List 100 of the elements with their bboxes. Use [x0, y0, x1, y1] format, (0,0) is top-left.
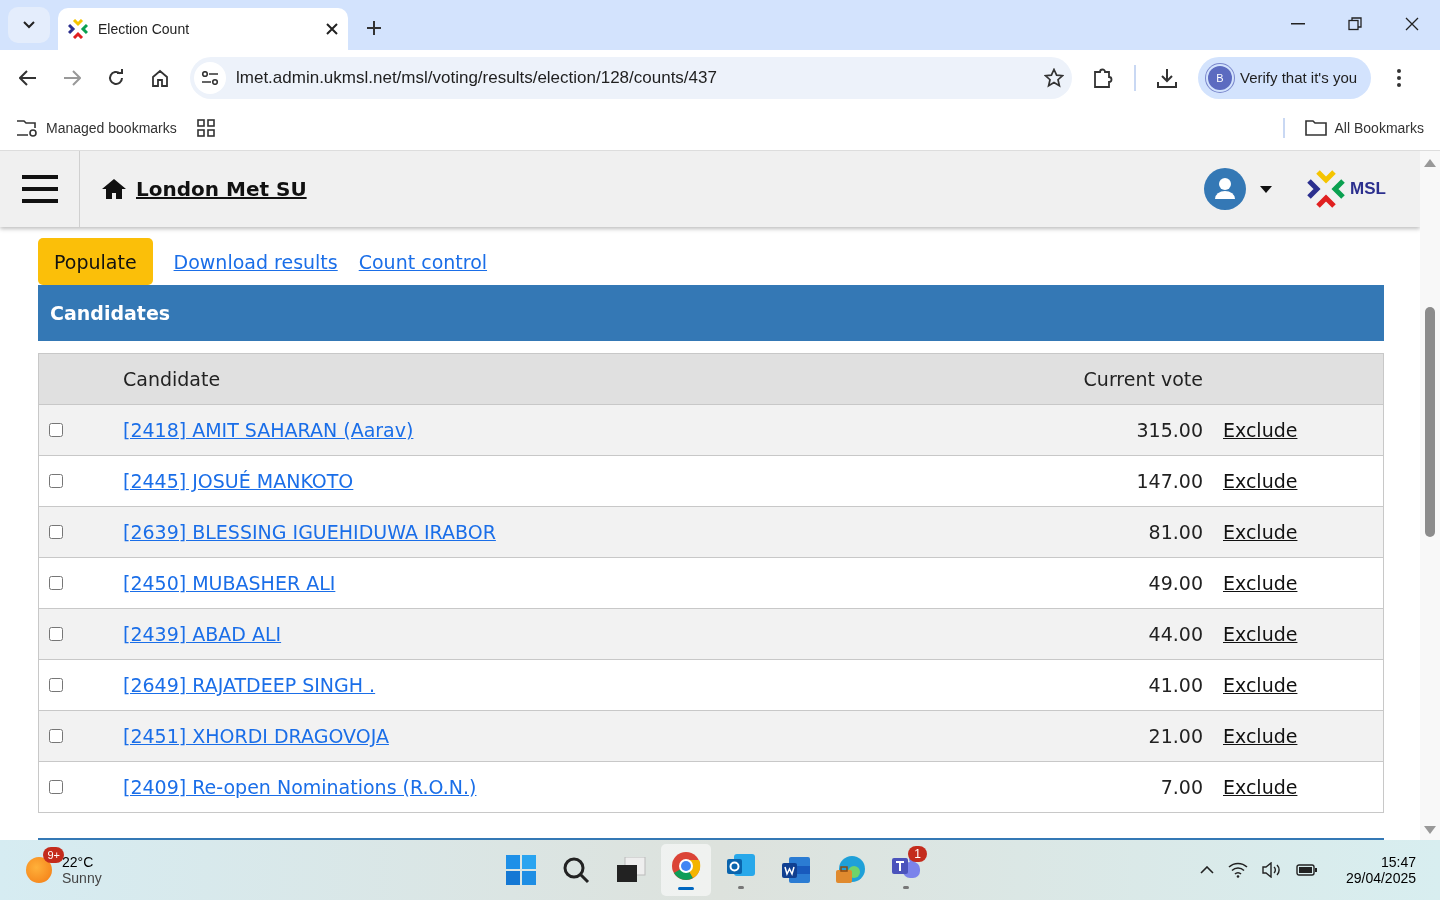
bookmark-star-button[interactable]: [1044, 67, 1064, 88]
close-icon: [326, 23, 338, 35]
row-checkbox[interactable]: [49, 576, 63, 590]
scrollbar-thumb[interactable]: [1425, 307, 1435, 537]
action-link[interactable]: Count control: [358, 250, 488, 273]
apps-button[interactable]: [196, 118, 215, 137]
site-home-link[interactable]: London Met SU: [136, 177, 307, 201]
tab-title: Election Count: [98, 21, 191, 37]
clock[interactable]: 15:47 29/04/2025: [1345, 854, 1416, 886]
candidate-link[interactable]: [2445] JOSUÉ MANKOTO: [123, 470, 354, 492]
exclude-link[interactable]: Exclude: [1223, 419, 1298, 441]
panel-title: Candidates: [50, 302, 171, 324]
home-icon: [151, 68, 169, 87]
reload-icon: [107, 68, 125, 87]
taskbar-app-button[interactable]: 1: [881, 844, 931, 896]
document-app-icon: [781, 856, 811, 884]
candidate-link[interactable]: [2639] BLESSING IGUEHIDUWA IRABOR: [123, 521, 496, 543]
windows-stack-icon: [616, 857, 646, 883]
site-info-button[interactable]: [194, 61, 226, 94]
profile-avatar: B: [1208, 65, 1232, 90]
menu-icon: [21, 175, 58, 203]
user-avatar-icon: [1204, 168, 1247, 210]
folder-gear-icon: [16, 118, 38, 137]
exclude-link[interactable]: Exclude: [1223, 725, 1298, 747]
notification-badge: 1: [908, 846, 927, 862]
populate-button[interactable]: Populate: [38, 238, 153, 285]
exclude-link[interactable]: Exclude: [1223, 572, 1298, 594]
chrome-icon: [671, 850, 701, 881]
vote-count: 7.00: [1160, 776, 1203, 798]
wifi-icon: [1227, 862, 1248, 878]
new-tab-button[interactable]: [366, 20, 382, 36]
more-vertical-icon: [1397, 68, 1402, 87]
caret-icon: [1260, 185, 1273, 193]
close-icon: [1404, 17, 1419, 31]
row-checkbox[interactable]: [49, 780, 63, 794]
row-checkbox[interactable]: [49, 525, 63, 539]
all-bookmarks-button[interactable]: All Bookmarks: [1304, 119, 1424, 136]
exclude-link[interactable]: Exclude: [1223, 776, 1298, 798]
vote-count: 315.00: [1136, 419, 1203, 441]
forward-arrow-icon: [63, 69, 81, 86]
vote-count: 81.00: [1148, 521, 1203, 543]
exclude-link[interactable]: Exclude: [1223, 521, 1298, 543]
vote-count: 41.00: [1148, 674, 1203, 696]
candidate-link[interactable]: [2409] Re-open Nominations (R.O.N.): [123, 776, 477, 798]
candidate-link[interactable]: [2439] ABAD ALI: [123, 623, 282, 645]
candidate-link[interactable]: [2649] RAJATDEEP SINGH .: [123, 674, 376, 696]
exclude-link[interactable]: Exclude: [1223, 470, 1298, 492]
star-icon: [1044, 67, 1064, 88]
exclude-link[interactable]: Exclude: [1223, 674, 1298, 696]
battery-icon: [1295, 864, 1318, 876]
scroll-up-icon: [1424, 159, 1436, 167]
notification-badge: 9+: [43, 847, 64, 863]
column-header: Current vote: [1083, 368, 1203, 390]
weather-condition: Sunny: [62, 870, 102, 886]
close-tab-button[interactable]: [326, 23, 338, 35]
date: 29/04/2025: [1345, 870, 1416, 886]
site-logo-icon: [68, 19, 88, 39]
search-icon: [562, 856, 590, 884]
grid-icon: [196, 118, 215, 137]
vote-count: 21.00: [1148, 725, 1203, 747]
vote-count: 49.00: [1148, 572, 1203, 594]
url-text: lmet.admin.ukmsl.net/msl/voting/results/election/128/counts/437: [236, 67, 718, 88]
column-header: Candidate: [123, 368, 222, 390]
row-checkbox[interactable]: [49, 627, 63, 641]
scroll-down-icon: [1424, 826, 1436, 834]
logo-icon: [1306, 169, 1347, 209]
speaker-icon: [1261, 862, 1282, 878]
managed-bookmarks-button[interactable]: Managed bookmarks: [16, 118, 177, 137]
tab-list-button[interactable]: [8, 7, 50, 43]
logo-text: MSL: [1350, 179, 1386, 199]
folder-icon: [1304, 119, 1327, 136]
row-checkbox[interactable]: [49, 678, 63, 692]
chevron-down-icon: [23, 21, 35, 29]
address-bar[interactable]: lmet.admin.ukmsl.net/msl/voting/results/election/128/counts/437: [190, 56, 1072, 99]
browser-briefcase-icon: [835, 855, 867, 885]
minimize-icon: [1290, 23, 1305, 25]
tune-icon: [201, 70, 219, 85]
temperature: 22°C: [62, 854, 95, 870]
verify-identity-button[interactable]: B Verify that it's you: [1198, 56, 1372, 99]
browser-tab[interactable]: Election Count: [58, 8, 348, 50]
chevron-up-icon: [1199, 866, 1214, 874]
restore-icon: [1347, 17, 1362, 31]
candidate-link[interactable]: [2418] AMIT SAHARAN (Aarav): [123, 419, 414, 441]
back-arrow-icon: [19, 69, 37, 86]
action-link[interactable]: Download results: [173, 250, 338, 273]
time: 15:47: [1380, 854, 1416, 870]
home-icon: [102, 179, 126, 199]
exclude-link[interactable]: Exclude: [1223, 623, 1298, 645]
vote-count: 44.00: [1148, 623, 1203, 645]
row-checkbox[interactable]: [49, 423, 63, 437]
show-hidden-icons-button[interactable]: [1199, 866, 1214, 874]
download-icon: [1157, 67, 1177, 88]
row-checkbox[interactable]: [49, 474, 63, 488]
row-checkbox[interactable]: [49, 729, 63, 743]
candidate-link[interactable]: [2450] MUBASHER ALI: [123, 572, 336, 594]
plus-icon: [366, 20, 382, 36]
vote-count: 147.00: [1136, 470, 1203, 492]
windows-logo-icon: [506, 855, 536, 885]
candidate-link[interactable]: [2451] XHORDI DRAGOVOJA: [123, 725, 389, 747]
puzzle-icon: [1092, 66, 1114, 89]
